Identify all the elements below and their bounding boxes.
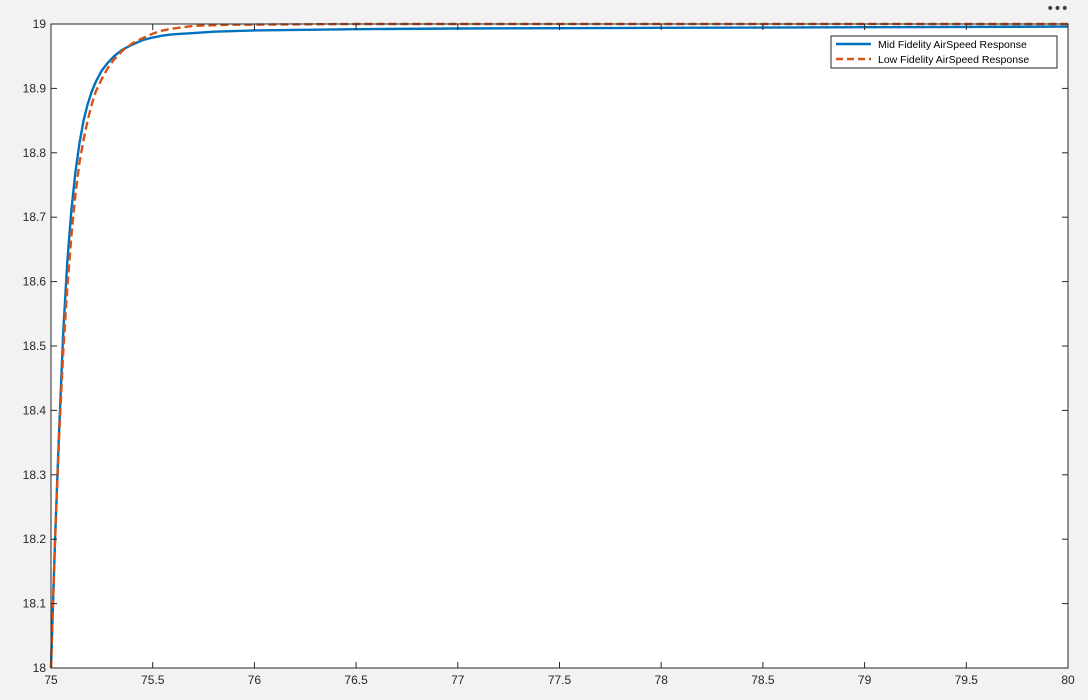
x-tick-label: 79 — [858, 673, 872, 687]
y-tick-label: 18.6 — [23, 275, 47, 289]
figure-window: 75 75.5 76 76.5 77 77.5 78 78.5 79 79.5 80 18 18.1 18… — [0, 0, 1088, 700]
y-tick-label: 18.3 — [23, 468, 47, 482]
y-tick-label: 18.5 — [23, 339, 47, 353]
x-tick-label: 75.5 — [141, 673, 165, 687]
x-tick-label: 78.5 — [751, 673, 775, 687]
x-tick-label: 77.5 — [548, 673, 572, 687]
x-tick-label: 78 — [655, 673, 669, 687]
y-tick-label: 18.1 — [23, 597, 47, 611]
x-tick-label: 79.5 — [955, 673, 979, 687]
x-tick-label: 76 — [248, 673, 262, 687]
y-tick-label: 18.9 — [23, 81, 47, 95]
x-tick-label: 75 — [44, 673, 58, 687]
ellipsis-icon[interactable]: ••• — [1046, 2, 1069, 18]
y-tick-label: 18.7 — [23, 210, 47, 224]
x-tick-label: 77 — [451, 673, 465, 687]
y-tick-label: 19 — [33, 17, 47, 31]
legend-label-mid-fidelity: Mid Fidelity AirSpeed Response — [878, 39, 1027, 51]
legend-label-low-fidelity: Low Fidelity AirSpeed Response — [878, 54, 1029, 66]
y-tick-label: 18.2 — [23, 532, 47, 546]
x-tick-label: 76.5 — [344, 673, 368, 687]
legend[interactable]: Mid Fidelity AirSpeed Response Low Fidel… — [830, 35, 1058, 69]
line-chart: 75 75.5 76 76.5 77 77.5 78 78.5 79 79.5 80 18 18.1 18… — [23, 17, 1075, 687]
x-tick-label: 80 — [1061, 673, 1075, 687]
axes-background — [51, 24, 1068, 668]
y-tick-label: 18 — [33, 661, 47, 675]
y-tick-label: 18.8 — [23, 146, 47, 160]
y-tick-label: 18.4 — [23, 403, 47, 417]
